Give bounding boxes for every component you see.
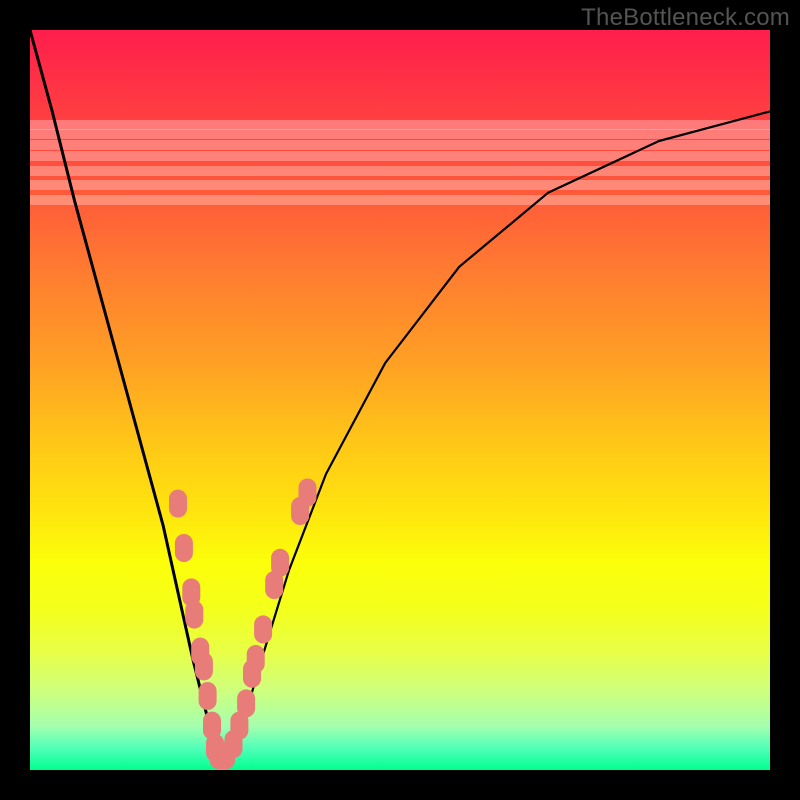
data-point: [247, 645, 265, 673]
chart-frame: TheBottleneck.com: [0, 0, 800, 800]
data-point: [169, 490, 187, 518]
data-point: [175, 534, 193, 562]
plot-area: [30, 30, 770, 770]
data-point: [254, 615, 272, 643]
data-point: [185, 601, 203, 629]
bottleneck-curve-right: [219, 111, 770, 755]
data-point: [199, 682, 217, 710]
watermark-text: TheBottleneck.com: [581, 4, 790, 32]
curve-svg: [30, 30, 770, 770]
data-point: [195, 652, 213, 680]
data-points-group: [169, 479, 317, 770]
data-point: [299, 479, 317, 507]
data-point: [237, 689, 255, 717]
data-point: [271, 549, 289, 577]
